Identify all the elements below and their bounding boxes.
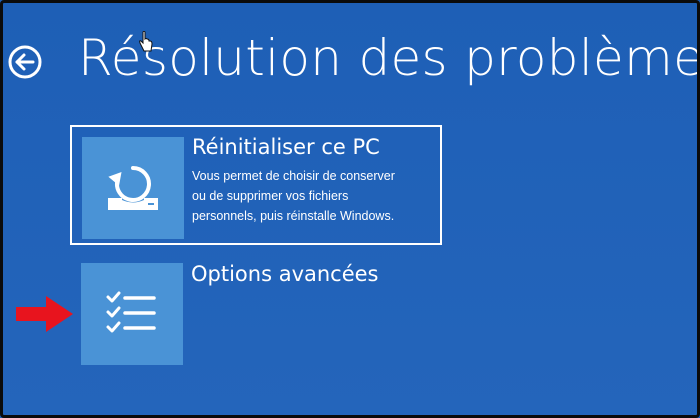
hand-cursor-icon: [139, 31, 153, 52]
advanced-options-icon-box: [81, 263, 183, 365]
reset-pc-title: Réinitialiser ce PC: [192, 135, 380, 159]
back-button[interactable]: [8, 45, 42, 79]
advanced-options-title: Options avancées: [191, 262, 379, 286]
checklist-icon: [106, 291, 156, 333]
reset-pc-icon-box: [82, 137, 184, 239]
back-arrow-icon: [8, 45, 42, 79]
red-arrow-icon: [16, 296, 73, 332]
reset-pc-option[interactable]: Réinitialiser ce PC Vous permet de chois…: [70, 125, 442, 245]
page-title: Résolution des problèmes: [78, 29, 700, 87]
advanced-options-option[interactable]: Options avancées: [70, 257, 442, 372]
reset-pc-description: Vous permet de choisir de conserver ou d…: [192, 169, 395, 223]
reset-pc-icon: [108, 166, 158, 210]
recovery-screen: Résolution des problèmes Réinitialiser c…: [0, 0, 700, 418]
